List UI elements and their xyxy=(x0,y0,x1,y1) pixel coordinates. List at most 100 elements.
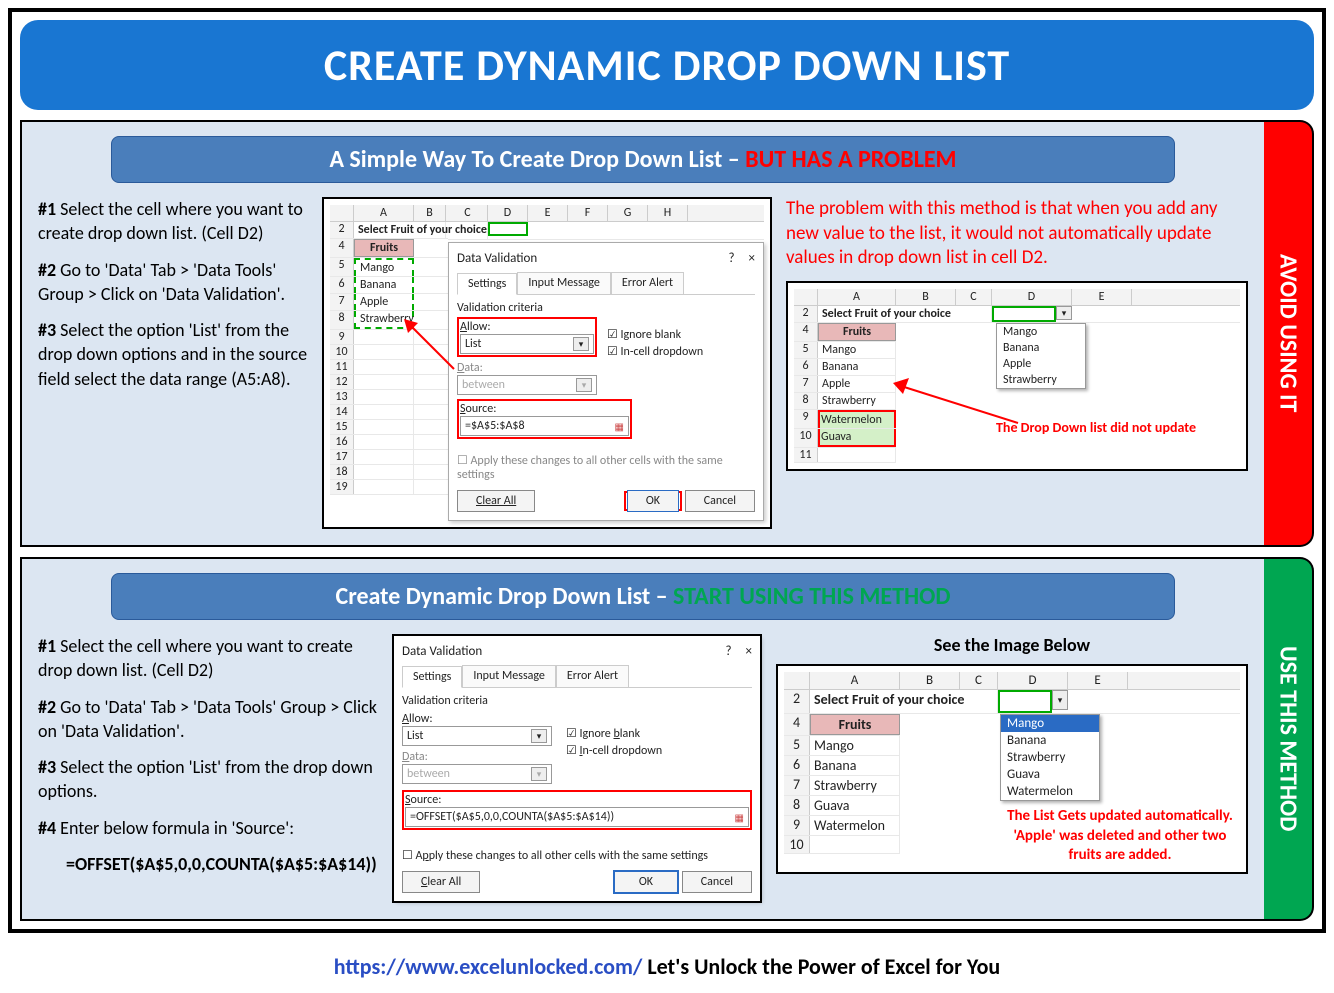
dialog-title-text: Data Validation xyxy=(457,251,537,266)
ignore-blank-checkbox[interactable]: ☑ Ignore blank xyxy=(607,327,703,342)
source-input[interactable]: =OFFSET($A$5,0,0,COUNTA($A$5:$A$14))▦ xyxy=(405,807,749,827)
col-header: H xyxy=(648,205,688,221)
section2-steps: #1 Select the cell where you want to cre… xyxy=(38,634,378,888)
dropdown-item[interactable]: Banana xyxy=(997,340,1085,356)
dropdown-item[interactable]: Guava xyxy=(1001,766,1099,783)
col-header: E xyxy=(528,205,568,221)
result-note: The List Gets updated automatically. 'Ap… xyxy=(1000,807,1240,866)
section1-header-main: A Simple Way To Create Drop Down List – xyxy=(329,145,745,174)
data-validation-dialog: Data Validation? × Settings Input Message… xyxy=(448,242,764,521)
range-picker-icon[interactable]: ▦ xyxy=(615,420,624,433)
source-input[interactable]: =$A$5:$A$8 ▦ xyxy=(460,416,629,436)
step-text: Go to 'Data' Tab > 'Data Tools' Group > … xyxy=(38,259,285,305)
fruits-header-cell: Fruits xyxy=(810,714,900,735)
dialog-title-text: Data Validation xyxy=(402,644,482,659)
problem-explanation: The problem with this method is that whe… xyxy=(786,197,1248,271)
incell-dropdown-checkbox[interactable]: ☑ In-cell dropdown xyxy=(566,743,662,758)
range-picker-icon[interactable]: ▦ xyxy=(735,811,744,824)
ok-button[interactable]: OK xyxy=(613,870,679,894)
col-header: A xyxy=(810,672,900,689)
step-text: Go to 'Data' Tab > 'Data Tools' Group > … xyxy=(38,696,377,742)
col-header: B xyxy=(414,205,446,221)
tab-settings[interactable]: Settings xyxy=(457,273,517,295)
step-num: #2 xyxy=(38,259,56,281)
section1-header-warn: BUT HAS A PROBLEM xyxy=(745,145,956,174)
step-num: #4 xyxy=(38,817,56,839)
side-tab-use: USE THIS METHOD xyxy=(1264,557,1314,921)
fruit-cell: Strawberry xyxy=(810,776,900,795)
dropdown-button[interactable]: ▾ xyxy=(1056,306,1072,320)
tab-settings[interactable]: Settings xyxy=(402,666,462,688)
dialog-tabs: Settings Input Message Error Alert xyxy=(457,272,755,295)
section2-right: See the Image Below ABCDE 2Select Fruit … xyxy=(776,634,1248,874)
dropdown-item[interactable]: Banana xyxy=(1001,732,1099,749)
section1-content: A Simple Way To Create Drop Down List – … xyxy=(20,120,1266,547)
allow-dropdown[interactable]: List▾ xyxy=(402,726,552,746)
fruit-cell: Mango xyxy=(810,736,900,755)
footer-link[interactable]: https://www.excelunlocked.com/ xyxy=(334,953,643,980)
col-header: D xyxy=(992,289,1072,305)
tab-input-message[interactable]: Input Message xyxy=(462,665,556,687)
step-num: #3 xyxy=(38,319,56,341)
dialog-tabs: Settings Input Message Error Alert xyxy=(402,665,752,688)
fruits-header-cell: Fruits xyxy=(818,323,896,341)
selected-cell[interactable] xyxy=(992,306,1056,322)
clear-all-button[interactable]: Clear All xyxy=(402,871,480,893)
section-use: Create Dynamic Drop Down List – START US… xyxy=(20,557,1314,921)
col-header: A xyxy=(354,205,414,221)
criteria-label: Validation criteria xyxy=(402,694,752,708)
cell-label: Select Fruit of your choice xyxy=(818,306,992,322)
ignore-blank-checkbox[interactable]: ☑ Ignore blank xyxy=(566,726,662,741)
tab-error-alert[interactable]: Error Alert xyxy=(556,665,629,687)
col-header: E xyxy=(1068,672,1128,689)
clear-all-button[interactable]: Clear All xyxy=(457,490,535,512)
selected-cell-d2[interactable] xyxy=(488,222,528,236)
cancel-button[interactable]: Cancel xyxy=(685,490,755,512)
source-value: =$A$5:$A$8 xyxy=(465,419,525,433)
fruits-header-cell: Fruits xyxy=(354,239,414,257)
data-value: between xyxy=(407,767,450,781)
dropdown-item-selected[interactable]: Mango xyxy=(1001,715,1099,732)
section2-header-go: START USING THIS METHOD xyxy=(673,582,950,611)
fruit-cell: Mango xyxy=(354,258,414,276)
dropdown-item[interactable]: Watermelon xyxy=(1001,783,1099,800)
main-title: CREATE DYNAMIC DROP DOWN LIST xyxy=(20,20,1314,110)
dropdown-item[interactable]: Mango xyxy=(997,324,1085,340)
close-icon[interactable]: × xyxy=(749,251,755,266)
tab-input-message[interactable]: Input Message xyxy=(517,272,611,294)
col-header: A xyxy=(818,289,896,305)
dropdown-item[interactable]: Apple xyxy=(997,356,1085,372)
allow-dropdown[interactable]: List▾ xyxy=(460,334,594,354)
dropdown-list: Mango Banana Strawberry Guava Watermelon xyxy=(1000,714,1100,801)
section1-header: A Simple Way To Create Drop Down List – … xyxy=(111,136,1176,183)
fruit-cell: Guava xyxy=(810,796,900,815)
data-dropdown: between▾ xyxy=(457,375,597,395)
incell-dropdown-checkbox[interactable]: ☑ In-cell dropdown xyxy=(607,344,703,359)
data-label: ata: xyxy=(409,750,427,764)
col-header: B xyxy=(896,289,956,305)
ok-button[interactable]: OK xyxy=(627,490,679,512)
cancel-button[interactable]: Cancel xyxy=(682,871,752,893)
data-dropdown: between▾ xyxy=(402,764,552,784)
dropdown-item[interactable]: Strawberry xyxy=(1001,749,1099,766)
allow-label: llow: xyxy=(467,320,491,334)
fruit-cell: Strawberry xyxy=(354,311,414,329)
fruit-cell-new: Watermelon xyxy=(818,410,896,428)
close-icon[interactable]: × xyxy=(746,644,752,659)
fruit-cell: Strawberry xyxy=(818,393,896,409)
section2-header-main: Create Dynamic Drop Down List – xyxy=(336,582,674,611)
fruit-cell-new: Guava xyxy=(818,429,896,447)
dropdown-item[interactable]: Strawberry xyxy=(997,372,1085,388)
apply-all-checkbox[interactable]: ☐ Apply these changes to all other cells… xyxy=(402,848,752,863)
data-label: ata: xyxy=(464,361,482,375)
help-icon[interactable]: ? xyxy=(728,251,734,266)
dropdown-button[interactable]: ▾ xyxy=(1052,690,1068,710)
step-num: #3 xyxy=(38,756,56,778)
section-avoid: A Simple Way To Create Drop Down List – … xyxy=(20,120,1314,547)
tab-error-alert[interactable]: Error Alert xyxy=(611,272,684,294)
data-value: between xyxy=(462,378,505,392)
formula-text: =OFFSET($A$5,0,0,COUNTA($A$5:$A$14)) xyxy=(66,852,378,876)
help-icon[interactable]: ? xyxy=(725,644,731,659)
selected-cell[interactable] xyxy=(998,690,1052,713)
fruit-cell: Apple xyxy=(354,294,414,310)
